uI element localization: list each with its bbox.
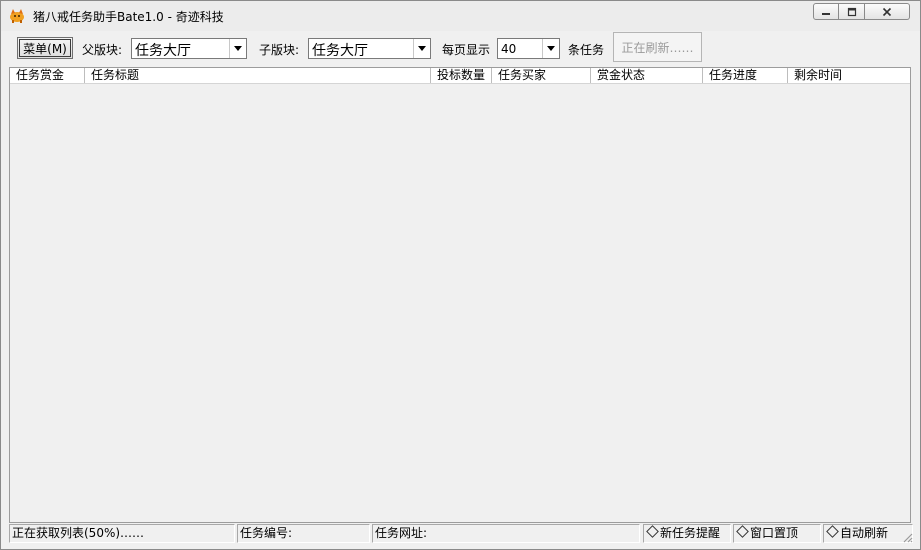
parent-section-value: 任务大厅 — [135, 43, 191, 59]
resize-grip-icon[interactable] — [901, 531, 913, 543]
dropdown-arrow-icon[interactable] — [413, 39, 430, 58]
new-task-alert-toggle[interactable]: 新任务提醒 — [643, 524, 731, 543]
child-section-label: 子版块: — [259, 43, 300, 57]
per-page-label: 每页显示 — [442, 43, 491, 57]
window-top-label: 窗口置顶 — [750, 526, 799, 540]
window-top-toggle[interactable]: 窗口置顶 — [733, 524, 821, 543]
minimize-icon — [822, 12, 830, 15]
title-bar[interactable]: 猪八戒任务助手Bate1.0 - 奇迹科技 — [1, 1, 920, 31]
status-task-url: 任务网址: — [372, 524, 640, 543]
per-page-select[interactable]: 40 — [497, 38, 560, 59]
child-section-select[interactable]: 任务大厅 — [308, 38, 431, 59]
column-header-progress[interactable]: 任务进度 — [703, 68, 788, 83]
column-header-reward[interactable]: 任务赏金 — [10, 68, 85, 83]
main-window: 猪八戒任务助手Bate1.0 - 奇迹科技 菜单(M) 父版块: 任务大厅 子版… — [0, 0, 921, 550]
status-bar: 正在获取列表(50%)…… 任务编号: 任务网址: 新任务提醒 窗口置顶 自动刷… — [9, 524, 913, 543]
status-task-id: 任务编号: — [237, 524, 370, 543]
maximize-icon — [847, 7, 856, 16]
column-header-buyer[interactable]: 任务买家 — [492, 68, 591, 83]
auto-refresh-label: 自动刷新 — [840, 526, 889, 540]
radio-icon — [826, 525, 839, 538]
toolbar: 菜单(M) 父版块: 任务大厅 子版块: 任务大厅 每页显示 40 条任务 正在… — [1, 31, 920, 67]
dropdown-arrow-icon[interactable] — [542, 39, 559, 58]
dropdown-arrow-icon[interactable] — [229, 39, 246, 58]
parent-section-select[interactable]: 任务大厅 — [131, 38, 247, 59]
radio-icon — [736, 525, 749, 538]
column-header-bids[interactable]: 投标数量 — [431, 68, 492, 83]
task-list-header: 任务赏金 任务标题 投标数量 任务买家 赏金状态 任务进度 剩余时间 — [10, 68, 910, 84]
column-header-title[interactable]: 任务标题 — [85, 68, 431, 83]
close-icon — [882, 7, 892, 16]
task-list[interactable]: 任务赏金 任务标题 投标数量 任务买家 赏金状态 任务进度 剩余时间 — [9, 67, 911, 523]
child-section-value: 任务大厅 — [312, 43, 368, 59]
status-progress: 正在获取列表(50%)…… — [9, 524, 235, 543]
column-header-time-left[interactable]: 剩余时间 — [788, 68, 910, 83]
new-task-alert-label: 新任务提醒 — [660, 526, 721, 540]
column-header-reward-status[interactable]: 赏金状态 — [591, 68, 703, 83]
pig-app-icon — [10, 9, 24, 23]
maximize-button[interactable] — [839, 3, 865, 20]
auto-refresh-toggle[interactable]: 自动刷新 — [823, 524, 913, 543]
window-title: 猪八戒任务助手Bate1.0 - 奇迹科技 — [33, 10, 224, 24]
radio-icon — [646, 525, 659, 538]
menu-button[interactable]: 菜单(M) — [17, 37, 73, 59]
per-page-value: 40 — [501, 42, 517, 56]
parent-section-label: 父版块: — [82, 43, 123, 57]
close-button[interactable] — [865, 3, 910, 20]
tasks-suffix-label: 条任务 — [568, 43, 605, 57]
minimize-button[interactable] — [813, 3, 839, 20]
refresh-button[interactable]: 正在刷新…… — [613, 32, 702, 62]
